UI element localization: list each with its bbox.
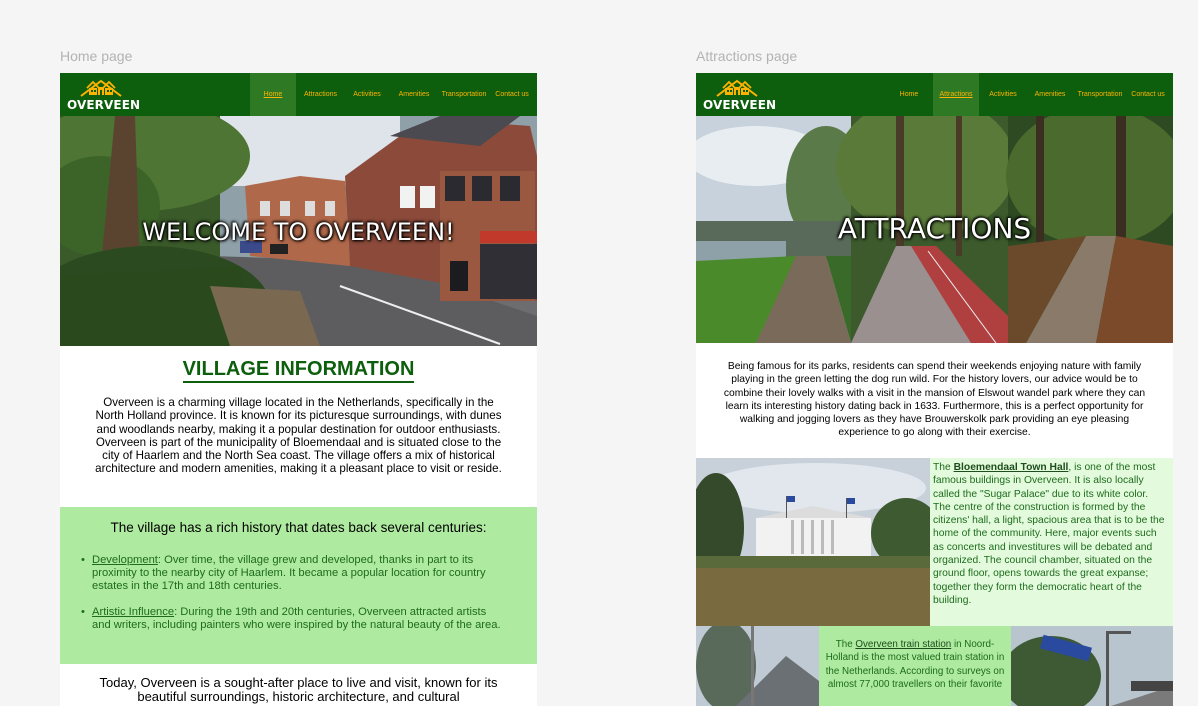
nav-activities[interactable]: Activities [984,73,1022,116]
logo-text: OVERVEEN [67,98,141,112]
logo[interactable]: OVERVEEN [67,76,140,114]
train-station-link[interactable]: Overveen train station [855,639,951,650]
nav-home[interactable]: Home [250,73,296,116]
attractions-page-frame: OVERVEEN Home Attractions Activities Ame… [696,73,1173,706]
town-hall-image [696,458,930,626]
train-station-text: The Overveen train station in Noord-Holl… [823,638,1007,691]
home-frame-label: Home page [60,48,133,64]
nav-activities[interactable]: Activities [348,73,386,116]
logo-text: OVERVEEN [703,98,777,112]
home-page-frame: OVERVEEN Home Attractions Activities Ame… [60,73,537,706]
today-paragraph: Today, Overveen is a sought-after place … [99,675,498,704]
history-heading: The village has a rich history that date… [110,520,487,535]
nav-attractions[interactable]: Attractions [300,73,341,116]
nav-transportation[interactable]: Transportation [438,73,490,116]
nav-transportation[interactable]: Transportation [1074,73,1126,116]
attractions-hero-title: ATTRACTIONS [837,212,1032,245]
bullet-term-development[interactable]: Development [92,554,158,566]
station-platform-image [1011,626,1173,706]
history-box: The village has a rich history that date… [60,507,537,664]
attractions-frame-label: Attractions page [696,48,798,64]
village-info-title: VILLAGE INFORMATION [60,358,537,383]
home-hero-title: WELCOME TO OVERVEEN! [142,218,455,246]
houses-logo-icon [80,79,122,97]
village-intro: Overveen is a charming village located i… [95,396,502,476]
logo[interactable]: OVERVEEN [703,76,776,114]
train-station-prefix: The [835,639,856,650]
nav-contact[interactable]: Contact us [1128,73,1168,116]
attractions-intro: Being famous for its parks, residents ca… [723,361,1146,439]
bullet-development: • Development: Over time, the village gr… [81,554,502,594]
nav-home[interactable]: Home [896,73,922,116]
navbar: OVERVEEN Home Attractions Activities Ame… [60,73,537,116]
bullet-dot: • [81,606,85,618]
town-hall-prefix: The [933,462,954,473]
nav-amenities[interactable]: Amenities [1031,73,1069,116]
town-hall-body: , is one of the most famous buildings in… [933,462,1165,606]
town-hall-link[interactable]: Bloemendaal Town Hall [954,462,1069,473]
bullet-dot: • [81,554,85,566]
attractions-hero: ATTRACTIONS [696,116,1173,343]
bullet-term-artistic[interactable]: Artistic Influence [92,606,174,618]
nav-amenities[interactable]: Amenities [395,73,433,116]
houses-logo-icon [716,79,758,97]
station-building-image [696,626,819,706]
village-info-title-text: VILLAGE INFORMATION [182,358,415,383]
nav-attractions[interactable]: Attractions [933,73,979,116]
nav-contact[interactable]: Contact us [492,73,532,116]
bullet-artistic: • Artistic Influence: During the 19th an… [81,606,502,632]
navbar: OVERVEEN Home Attractions Activities Ame… [696,73,1173,116]
town-hall-text: The Bloemendaal Town Hall, is one of the… [933,461,1166,607]
home-hero: WELCOME TO OVERVEEN! [60,116,537,346]
